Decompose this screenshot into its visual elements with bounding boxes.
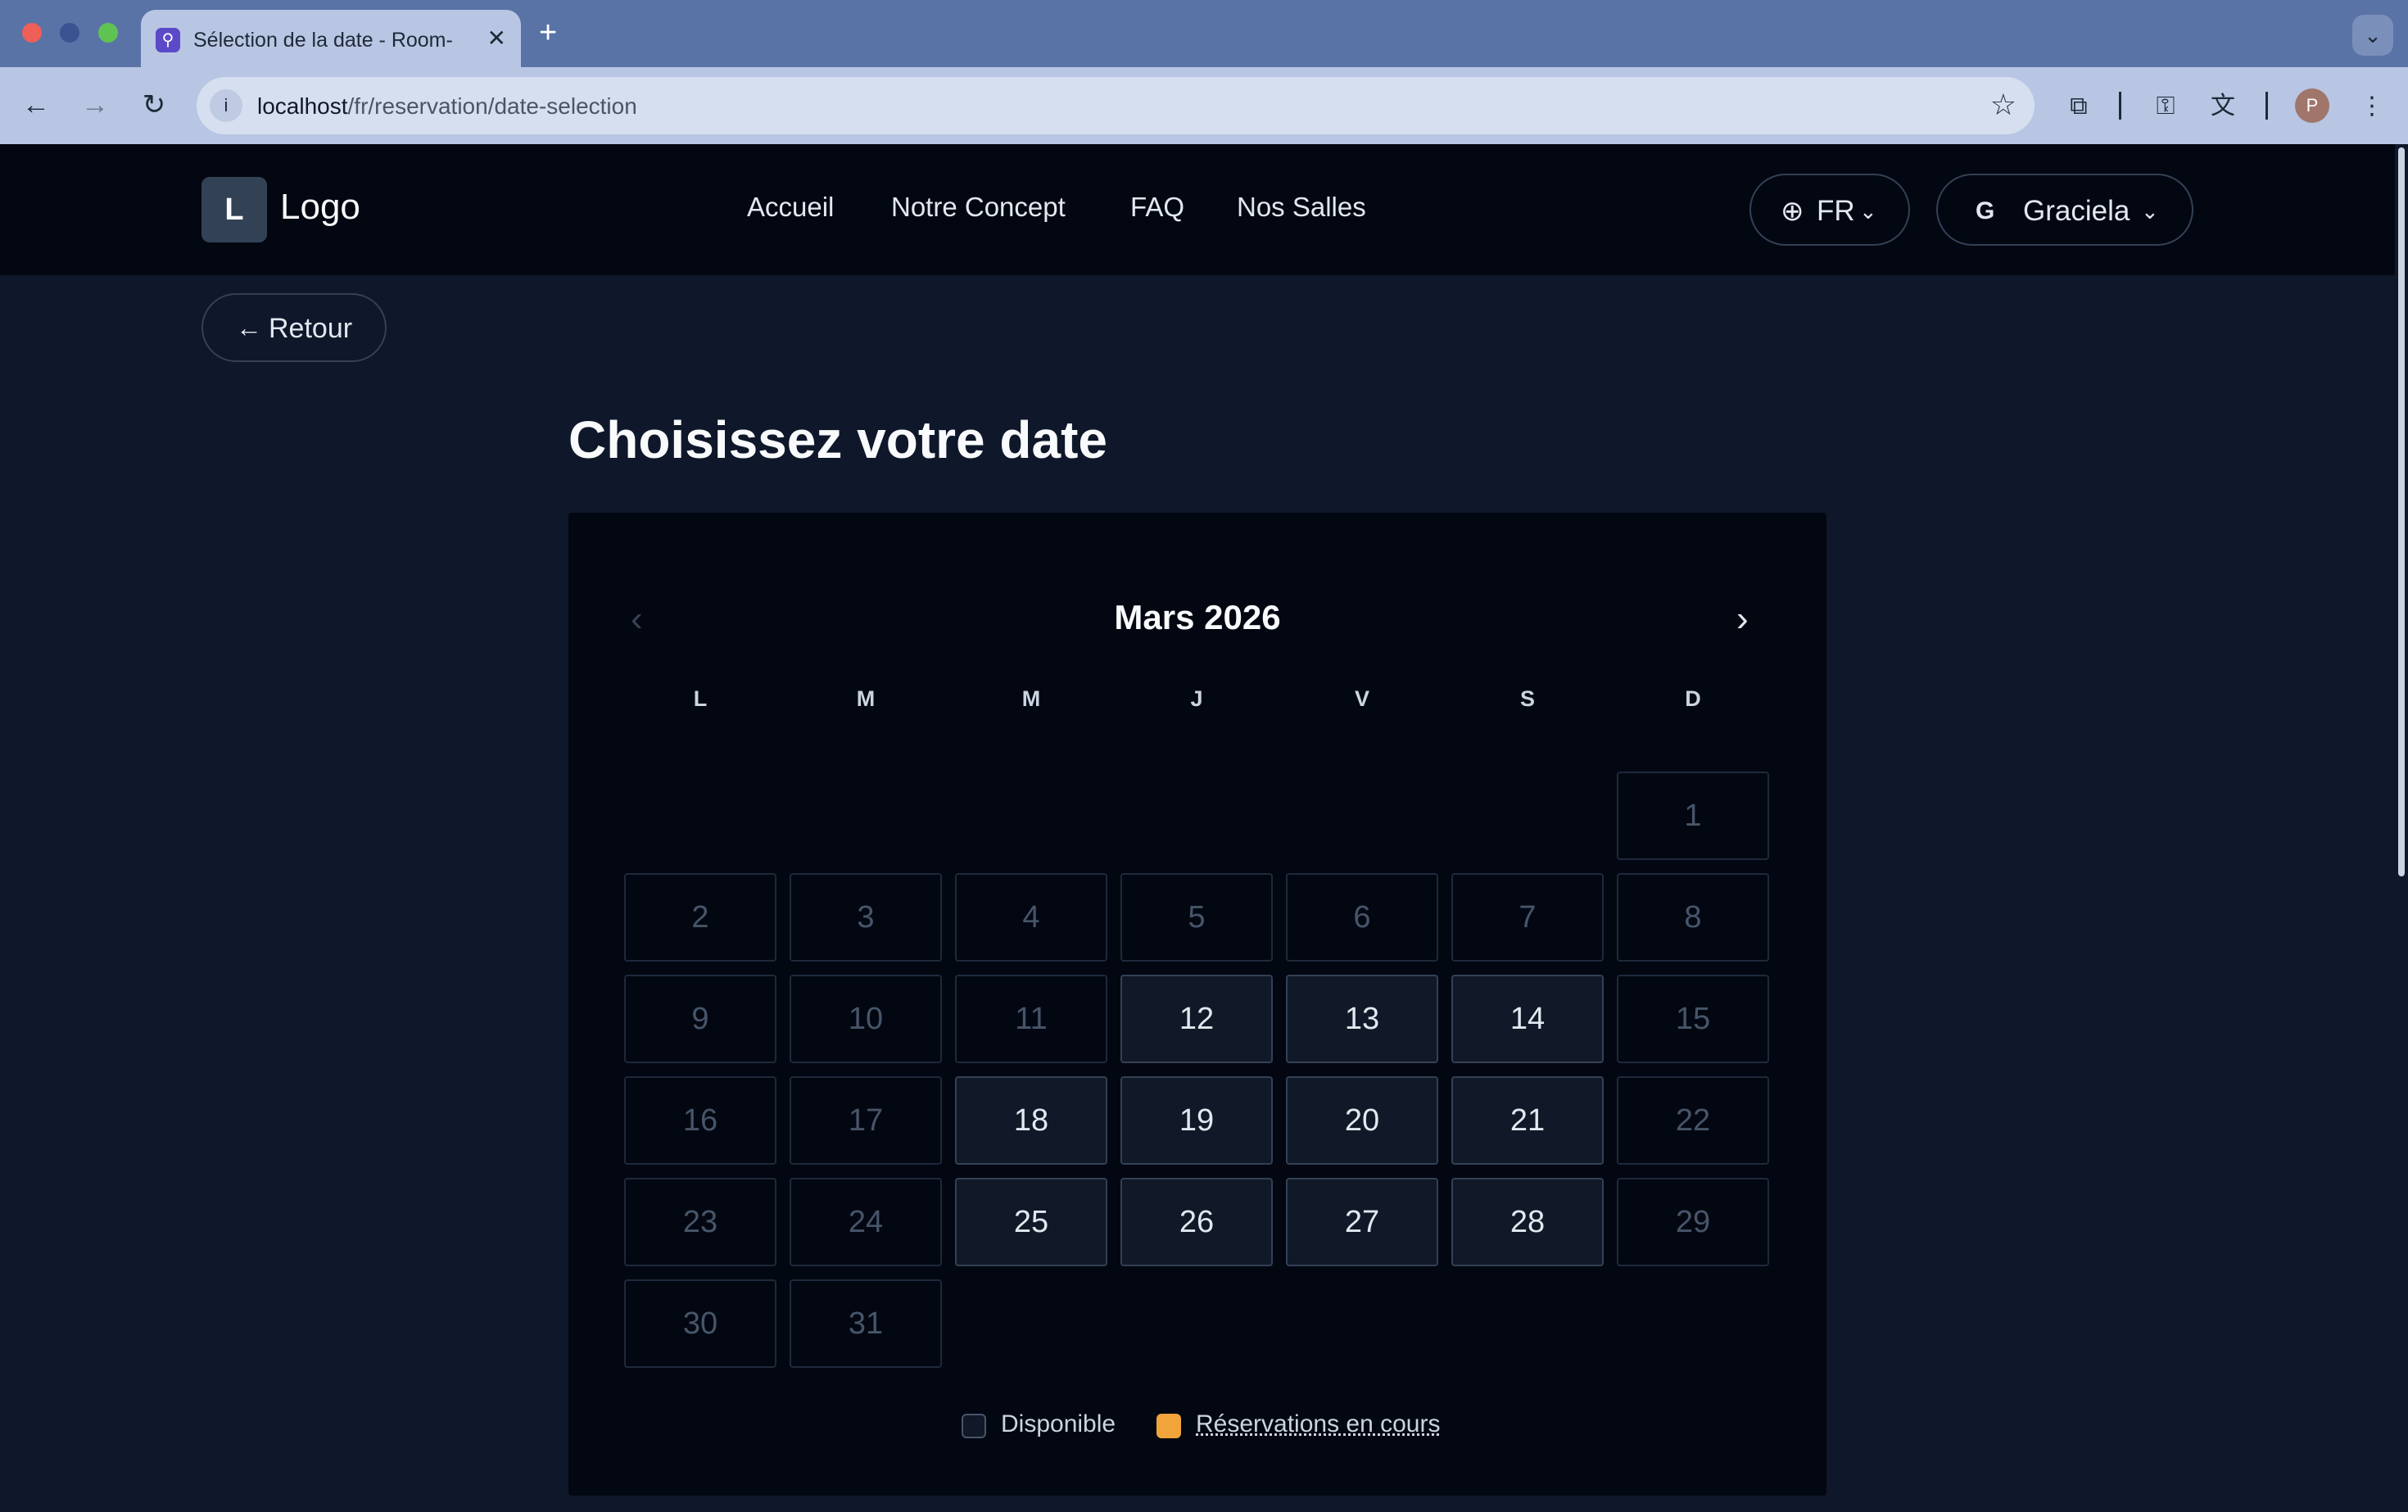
scrollbar-thumb[interactable] bbox=[2398, 147, 2405, 876]
back-arrow-icon[interactable]: ← bbox=[15, 84, 57, 126]
toolbar-divider bbox=[2119, 92, 2121, 120]
legend-pending-swatch bbox=[1156, 1414, 1181, 1438]
weekday-label: M bbox=[856, 686, 876, 711]
logo-text[interactable]: Logo bbox=[280, 187, 360, 228]
url-host: localhost bbox=[257, 93, 348, 119]
profile-avatar[interactable]: P bbox=[2295, 88, 2329, 123]
calendar-day-disabled: 8 bbox=[1617, 873, 1769, 962]
calendar: ‹ Mars 2026 › LMMJVSD 1 2 3 4 5 6 7 8 9 10 11 12 13 1… bbox=[568, 513, 1826, 1496]
translate-icon[interactable]: 文 bbox=[2205, 88, 2241, 124]
legend-available-label: Disponible bbox=[1001, 1410, 1116, 1437]
calendar-day-disabled: 7 bbox=[1451, 873, 1604, 962]
calendar-day-available[interactable]: 19 bbox=[1120, 1076, 1273, 1165]
page-scrollbar[interactable] bbox=[2395, 144, 2408, 1512]
new-tab-icon[interactable]: + bbox=[539, 15, 557, 51]
calendar-day-disabled: 24 bbox=[790, 1178, 942, 1266]
back-button-label: Retour bbox=[269, 313, 353, 344]
calendar-day-disabled: 4 bbox=[955, 873, 1107, 962]
calendar-day-disabled: 29 bbox=[1617, 1178, 1769, 1266]
address-bar[interactable]: i localhost/fr/reservation/date-selectio… bbox=[197, 77, 2035, 134]
tab-favicon-icon: ⚲ bbox=[156, 28, 180, 52]
password-key-icon[interactable]: ⚿ bbox=[2148, 88, 2184, 124]
next-month-chevron-icon[interactable]: › bbox=[1736, 600, 1749, 639]
calendar-day-disabled: 3 bbox=[790, 873, 942, 962]
calendar-day-available[interactable]: 13 bbox=[1286, 975, 1438, 1063]
window-close-button[interactable] bbox=[22, 23, 42, 43]
nav-link-nos-salles[interactable]: Nos Salles bbox=[1237, 192, 1366, 223]
tab-close-icon[interactable]: ✕ bbox=[487, 26, 506, 51]
calendar-legend: Disponible Réservations en cours bbox=[568, 1409, 1826, 1442]
calendar-day-disabled: 17 bbox=[790, 1076, 942, 1165]
calendar-day-disabled: 16 bbox=[624, 1076, 776, 1165]
calendar-day-disabled: 6 bbox=[1286, 873, 1438, 962]
nav-link-accueil[interactable]: Accueil bbox=[747, 192, 834, 223]
tab-bar: ⚲ Sélection de la date - Room-E ✕ + ⌄ bbox=[0, 0, 2408, 67]
calendar-day-disabled: 23 bbox=[624, 1178, 776, 1266]
weekday-label: D bbox=[1685, 686, 1701, 711]
calendar-day-disabled: 31 bbox=[790, 1279, 942, 1368]
user-name: Graciela bbox=[2023, 195, 2130, 227]
extensions-puzzle-icon[interactable]: ⧉ bbox=[2061, 88, 2097, 124]
language-label: FR bbox=[1817, 195, 1855, 227]
weekday-label: L bbox=[693, 686, 708, 711]
bookmark-star-icon[interactable]: ☆ bbox=[1990, 88, 2016, 121]
calendar-day-disabled: 9 bbox=[624, 975, 776, 1063]
browser-toolbar: ← → ↻ i localhost/fr/reservation/date-se… bbox=[0, 67, 2408, 144]
logo-mark[interactable]: L bbox=[201, 177, 267, 242]
calendar-day-disabled: 5 bbox=[1120, 873, 1273, 962]
browser-tab-active[interactable]: ⚲ Sélection de la date - Room-E ✕ bbox=[141, 10, 521, 67]
legend-pending-label[interactable]: Réservations en cours bbox=[1196, 1410, 1440, 1438]
legend-available-swatch bbox=[962, 1414, 986, 1438]
browser-chrome: ⚲ Sélection de la date - Room-E ✕ + ⌄ ← … bbox=[0, 0, 2408, 144]
calendar-month-label: Mars 2026 bbox=[1114, 598, 1281, 636]
weekday-label: S bbox=[1519, 686, 1535, 711]
calendar-day-disabled: 2 bbox=[624, 873, 776, 962]
arrow-left-icon: ← bbox=[236, 313, 262, 342]
window-minimize-button[interactable] bbox=[60, 23, 79, 43]
user-avatar-initial: G bbox=[1976, 197, 1995, 224]
url-path: /fr/reservation/date-selection bbox=[347, 93, 637, 119]
calendar-day-disabled: 11 bbox=[955, 975, 1107, 1063]
calendar-day-available[interactable]: 28 bbox=[1451, 1178, 1604, 1266]
calendar-day-available[interactable]: 25 bbox=[955, 1178, 1107, 1266]
tab-search-chevron-icon[interactable]: ⌄ bbox=[2352, 15, 2393, 56]
calendar-day-disabled: 30 bbox=[624, 1279, 776, 1368]
url-text[interactable]: localhost/fr/reservation/date-selection bbox=[257, 93, 637, 120]
nav-link-faq[interactable]: FAQ bbox=[1130, 192, 1184, 223]
toolbar-divider bbox=[2265, 92, 2268, 120]
calendar-day-available[interactable]: 27 bbox=[1286, 1178, 1438, 1266]
calendar-day-disabled: 15 bbox=[1617, 975, 1769, 1063]
calendar-day-available[interactable]: 12 bbox=[1120, 975, 1273, 1063]
calendar-day-available[interactable]: 26 bbox=[1120, 1178, 1273, 1266]
weekday-label: V bbox=[1354, 686, 1369, 711]
chevron-down-icon: ⌄ bbox=[2141, 199, 2159, 224]
user-menu[interactable]: G Graciela ⌄ bbox=[1936, 174, 2193, 246]
browser-menu-kebab-icon[interactable]: ⋮ bbox=[2354, 88, 2390, 124]
reload-icon[interactable]: ↻ bbox=[133, 84, 175, 126]
weekday-label: J bbox=[1190, 686, 1203, 711]
calendar-day-available[interactable]: 21 bbox=[1451, 1076, 1604, 1165]
calendar-day-available[interactable]: 20 bbox=[1286, 1076, 1438, 1165]
forward-arrow-icon[interactable]: → bbox=[74, 84, 116, 126]
weekday-label: M bbox=[1021, 686, 1041, 711]
window-maximize-button[interactable] bbox=[98, 23, 118, 43]
globe-icon: ⊕ bbox=[1781, 196, 1804, 227]
calendar-day-available[interactable]: 14 bbox=[1451, 975, 1604, 1063]
site-header: L Logo Accueil Notre Concept FAQ Nos Sal… bbox=[0, 144, 2395, 275]
language-selector[interactable]: ⊕ FR ⌄ bbox=[1749, 174, 1910, 246]
calendar-day-available[interactable]: 18 bbox=[955, 1076, 1107, 1165]
tab-title: Sélection de la date - Room-E bbox=[193, 29, 454, 52]
chevron-down-icon: ⌄ bbox=[1859, 199, 1877, 224]
calendar-day-disabled: 10 bbox=[790, 975, 942, 1063]
calendar-day-disabled: 22 bbox=[1617, 1076, 1769, 1165]
back-button[interactable]: ← Retour bbox=[201, 293, 387, 362]
calendar-day-disabled: 1 bbox=[1617, 772, 1769, 860]
page-title: Choisissez votre date bbox=[568, 410, 1107, 469]
site-info-icon[interactable]: i bbox=[210, 89, 242, 122]
nav-link-notre-concept[interactable]: Notre Concept bbox=[891, 192, 1066, 223]
